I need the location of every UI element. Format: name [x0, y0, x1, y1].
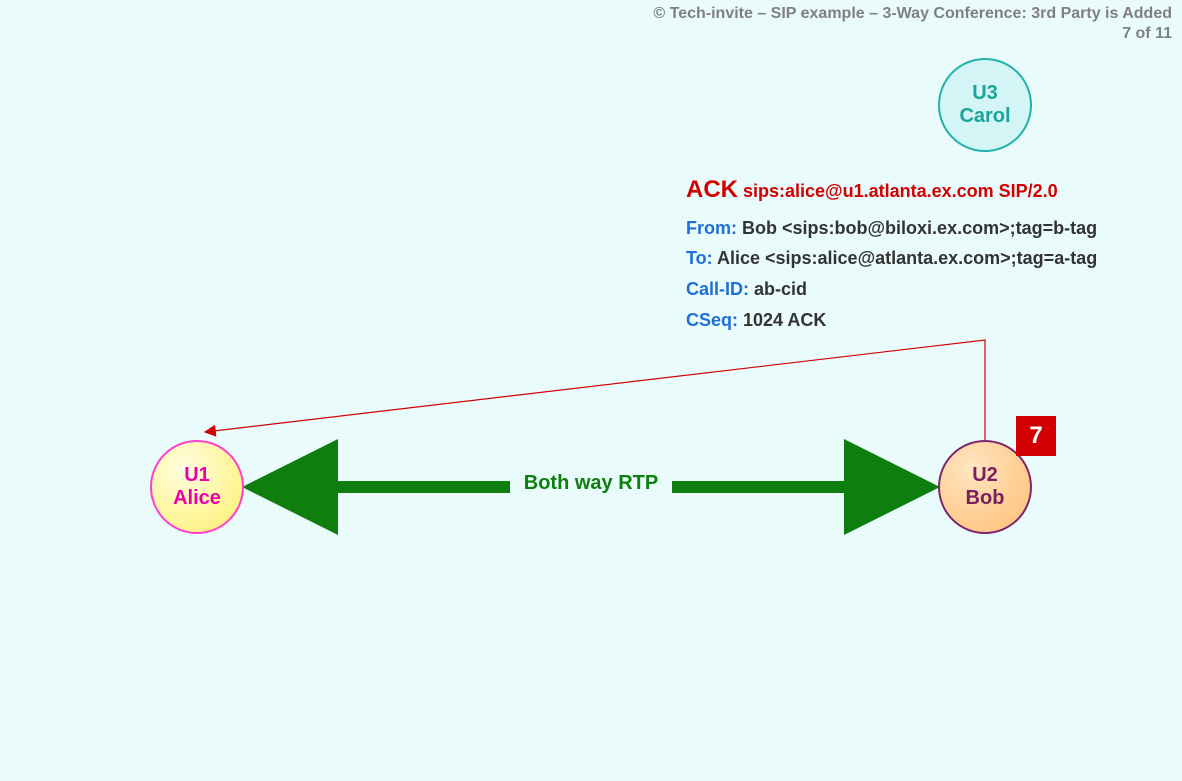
sip-header-value: Alice <sips:alice@atlanta.ex.com>;tag=a-…	[713, 248, 1098, 268]
sip-header-name: To:	[686, 248, 713, 268]
node-u3-carol: U3 Carol	[938, 58, 1032, 152]
rtp-label: Both way RTP	[510, 472, 672, 494]
node-name: Bob	[966, 487, 1005, 510]
node-name: Carol	[959, 105, 1010, 128]
sip-request-uri: sips:alice@u1.atlanta.ex.com SIP/2.0	[738, 181, 1058, 201]
node-id: U2	[972, 464, 998, 487]
sip-header-cseq: CSeq: 1024 ACK	[686, 305, 1097, 336]
ack-arrow	[205, 340, 985, 440]
sip-header-value: ab-cid	[749, 279, 807, 299]
step-badge: 7	[1016, 416, 1056, 456]
diagram-canvas: © Tech-invite – SIP example – 3-Way Conf…	[0, 0, 1182, 781]
sip-header-name: From:	[686, 218, 737, 238]
sip-method: ACK	[686, 176, 738, 203]
copyright-text: © Tech-invite – SIP example – 3-Way Conf…	[653, 4, 1172, 24]
sip-header-name: Call-ID:	[686, 279, 749, 299]
header-block: © Tech-invite – SIP example – 3-Way Conf…	[653, 4, 1172, 44]
sip-request-line: ACK sips:alice@u1.atlanta.ex.com SIP/2.0	[686, 170, 1097, 211]
sip-header-value: Bob <sips:bob@biloxi.ex.com>;tag=b-tag	[737, 218, 1097, 238]
node-name: Alice	[173, 487, 221, 510]
node-u1-alice: U1 Alice	[150, 440, 244, 534]
sip-header-name: CSeq:	[686, 310, 738, 330]
sip-message: ACK sips:alice@u1.atlanta.ex.com SIP/2.0…	[686, 170, 1097, 335]
slide-counter: 7 of 11	[653, 24, 1172, 44]
sip-header-callid: Call-ID: ab-cid	[686, 274, 1097, 305]
sip-header-from: From: Bob <sips:bob@biloxi.ex.com>;tag=b…	[686, 213, 1097, 244]
sip-header-value: 1024 ACK	[738, 310, 826, 330]
node-id: U1	[184, 464, 210, 487]
sip-header-to: To: Alice <sips:alice@atlanta.ex.com>;ta…	[686, 243, 1097, 274]
node-id: U3	[972, 82, 998, 105]
